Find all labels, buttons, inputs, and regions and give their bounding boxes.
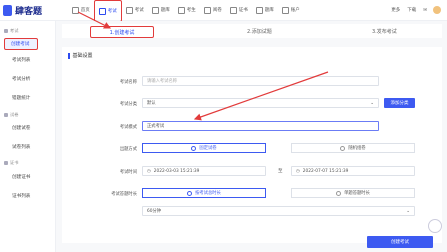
- annotation-arrow-step: [77, 11, 112, 29]
- annotation-overlay: [77, 11, 329, 121]
- annotation-arrow-mode: [193, 71, 329, 121]
